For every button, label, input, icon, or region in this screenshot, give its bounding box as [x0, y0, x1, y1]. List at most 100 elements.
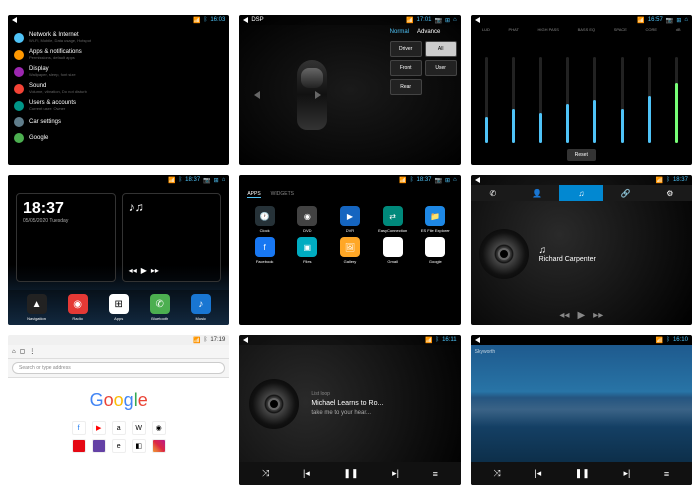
setting-row[interactable]: Network & InternetWi-Fi, Mobile, Data us…	[14, 29, 223, 46]
play-button[interactable]: ▶	[577, 310, 585, 321]
dock-item[interactable]: ◉Radio	[68, 294, 88, 321]
bookmark[interactable]: ◉	[152, 421, 166, 435]
menu-icon[interactable]: ⋮	[29, 348, 35, 355]
eq-slider[interactable]	[648, 57, 651, 143]
car-diagram[interactable]	[239, 25, 385, 165]
eq-slider[interactable]	[566, 57, 569, 143]
home-screen: 📶ᛒ18:37📷⊞⌂ 18:37 05/05/2020 Tuesday ♪♫ ◂…	[8, 175, 229, 325]
bookmark-facebook[interactable]: f	[72, 421, 86, 435]
statusbar: 📶ᛒ18:37📷⊞⌂	[8, 175, 229, 185]
list-button[interactable]: ≡	[433, 469, 438, 479]
setting-row[interactable]: Google	[14, 130, 223, 146]
setting-row[interactable]: Users & accountsCurrent user: Owner	[14, 97, 223, 114]
prev-icon[interactable]: ◂◂	[129, 266, 137, 275]
home-icon[interactable]: ⌂	[12, 349, 16, 355]
arrow-left-icon[interactable]	[254, 91, 260, 99]
clock: 17:01	[417, 17, 432, 23]
eq-slider[interactable]	[539, 57, 542, 143]
bookmark-instagram[interactable]	[152, 439, 166, 453]
artist-name: Michael Learns to Ro...	[311, 400, 450, 407]
back-icon[interactable]	[243, 17, 248, 23]
dsp-screen: DSP 📶17:01📷⊞⌂ Normal Advance Driver All …	[239, 15, 460, 165]
bookmark[interactable]: e	[112, 439, 126, 453]
btn-all[interactable]: All	[425, 41, 457, 57]
setting-row[interactable]: SoundVolume, vibration, Do not disturb	[14, 80, 223, 97]
tab-link[interactable]: 🔗	[603, 185, 647, 201]
dock-item[interactable]: ✆Bluetooth	[150, 294, 170, 321]
pause-button[interactable]: ❚❚	[575, 468, 590, 479]
dock-item[interactable]: ♪Music	[191, 294, 211, 321]
clock-date: 05/05/2020 Tuesday	[23, 218, 109, 224]
btn-user[interactable]: User	[425, 60, 457, 76]
app-item[interactable]: fFacebook	[245, 237, 284, 264]
tab-widgets[interactable]: WIDGETS	[271, 191, 294, 198]
app-item[interactable]: 🕐Clock	[245, 206, 284, 233]
tab-icon[interactable]: ▢	[20, 348, 26, 355]
dock-item[interactable]: ▲Navigation	[27, 294, 47, 321]
back-icon[interactable]	[12, 17, 17, 23]
arrow-right-icon[interactable]	[315, 91, 321, 99]
back-icon[interactable]	[475, 337, 480, 343]
app-item[interactable]: GGoogle	[416, 237, 455, 264]
tab-apps[interactable]: APPS	[247, 191, 260, 198]
now-playing-screen: 📶ᛒ16:11 List loop Michael Learns to Ro..…	[239, 335, 460, 485]
btn-front[interactable]: Front	[390, 60, 422, 76]
bookmark-youtube[interactable]: ▶	[92, 421, 106, 435]
back-icon[interactable]	[243, 337, 248, 343]
prev-button[interactable]: |◂	[303, 468, 310, 479]
dock-icon: ◉	[68, 294, 88, 314]
loop-label: List loop	[311, 391, 450, 397]
prev-button[interactable]: |◂	[534, 468, 541, 479]
eq-slider[interactable]	[621, 57, 624, 143]
btn-rear[interactable]: Rear	[390, 79, 422, 95]
back-icon[interactable]	[475, 177, 480, 183]
eq-slider[interactable]	[485, 57, 488, 143]
back-icon[interactable]	[475, 17, 480, 23]
tab-contacts[interactable]: 👤	[515, 185, 559, 201]
clock-widget[interactable]: 18:37 05/05/2020 Tuesday	[16, 193, 116, 282]
app-item[interactable]: 📁ES File Explorer	[416, 206, 455, 233]
tab-phone[interactable]: ✆	[471, 185, 515, 201]
pause-button[interactable]: ❚❚	[343, 468, 358, 479]
setting-row[interactable]: Car settings	[14, 114, 223, 130]
shuffle-button[interactable]: ⤨	[493, 468, 500, 479]
music-widget[interactable]: ♪♫ ◂◂ ▶ ▸▸	[122, 193, 222, 282]
bookmark[interactable]	[92, 439, 106, 453]
eq-slider[interactable]	[593, 57, 596, 143]
dock-item[interactable]: ⊞Apps	[109, 294, 129, 321]
app-item[interactable]: MGmail	[373, 237, 412, 264]
bookmark[interactable]: ◧	[132, 439, 146, 453]
setting-row[interactable]: DisplayWallpaper, sleep, font size	[14, 63, 223, 80]
app-item[interactable]: ▣Files	[288, 237, 327, 264]
bookmark-amazon[interactable]: a	[112, 421, 126, 435]
setting-row[interactable]: Apps & notificationsPermissions, default…	[14, 46, 223, 63]
next-button[interactable]: ▸|	[392, 468, 399, 479]
app-item[interactable]: ⇄EasyConnection	[373, 206, 412, 233]
setting-icon	[14, 133, 24, 143]
tab-advance[interactable]: Advance	[417, 29, 440, 35]
shuffle-button[interactable]: ⤨	[262, 468, 269, 479]
play-icon[interactable]: ▶	[141, 266, 147, 275]
app-item[interactable]: ◉DVD	[288, 206, 327, 233]
bookmark-wiki[interactable]: W	[132, 421, 146, 435]
prev-button[interactable]: ◂◂	[559, 310, 569, 321]
video-viewport[interactable]: Skyworth	[471, 345, 692, 462]
next-button[interactable]: ▸▸	[593, 310, 603, 321]
tab-music[interactable]: ♫	[559, 185, 603, 201]
url-input[interactable]: Search or type address	[12, 362, 225, 374]
bookmark[interactable]	[72, 439, 86, 453]
tab-settings[interactable]: ⚙	[648, 185, 692, 201]
app-item[interactable]: ▶DVR	[331, 206, 370, 233]
tab-normal[interactable]: Normal	[390, 29, 409, 35]
app-item[interactable]: 🖼Gallery	[331, 237, 370, 264]
next-icon[interactable]: ▸▸	[151, 266, 159, 275]
statusbar: 📶ᛒ16:11	[239, 335, 460, 345]
next-button[interactable]: ▸|	[623, 468, 630, 479]
eq-slider[interactable]	[512, 57, 515, 143]
btn-driver[interactable]: Driver	[390, 41, 422, 57]
eq-slider[interactable]	[675, 57, 678, 143]
reset-button[interactable]: Reset	[567, 149, 596, 161]
app-label: Clock	[260, 228, 270, 233]
setting-icon	[14, 33, 24, 43]
list-button[interactable]: ≡	[664, 469, 669, 479]
